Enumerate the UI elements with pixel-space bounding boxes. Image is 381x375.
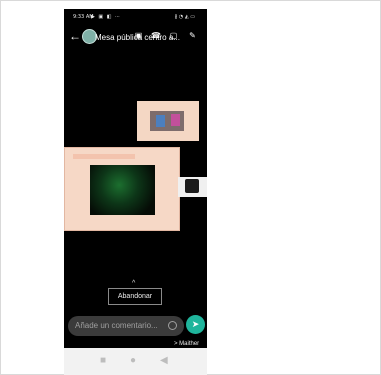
phone-call-icon[interactable]: ☎ <box>151 31 161 40</box>
video-call-icon[interactable]: ▣ <box>134 31 143 40</box>
back-arrow-icon[interactable]: ← <box>69 30 81 42</box>
thumbnail-image <box>150 111 184 131</box>
home-icon[interactable]: ● <box>130 356 136 366</box>
recent-apps-icon[interactable]: ■ <box>100 356 106 366</box>
comment-input[interactable]: Añade un comentario... <box>68 316 184 336</box>
back-icon[interactable]: ◀ <box>160 356 168 366</box>
slide-title-bar <box>73 154 135 159</box>
phone-screen: 9:33 AM ▶ ▣ ◧ ⋯ ∦ ◔ ◭ ▭ ← Mesa pública c… <box>64 9 207 375</box>
chat-header: ← Mesa pública centro a... ▣ ☎ ▢ ✎ <box>64 27 207 51</box>
edit-icon[interactable]: ✎ <box>188 31 197 40</box>
participant-thumbnail[interactable] <box>178 177 207 197</box>
send-icon[interactable]: ➤ <box>186 315 205 334</box>
android-nav-bar: ■ ● ◀ <box>64 348 207 375</box>
comment-placeholder: Añade un comentario... <box>75 321 158 330</box>
shared-slide-thumbnail-top[interactable] <box>137 101 199 141</box>
shared-screen-main[interactable] <box>64 147 180 231</box>
expand-caret-icon[interactable]: ^ <box>132 280 135 287</box>
footer-caption: > Maither <box>174 341 200 347</box>
leave-button[interactable]: Abandonar <box>108 288 162 305</box>
video-frame <box>90 165 155 215</box>
status-left-icons: ▶ ▣ ◧ ⋯ <box>91 14 122 20</box>
status-right-icons: ∦ ◔ ◭ ▭ <box>174 14 195 20</box>
participant-video <box>185 179 199 193</box>
gallery-icon[interactable]: ▢ <box>169 31 178 40</box>
status-bar: 9:33 AM ▶ ▣ ◧ ⋯ ∦ ◔ ◭ ▭ <box>64 9 207 26</box>
clock-icon[interactable] <box>168 321 177 330</box>
